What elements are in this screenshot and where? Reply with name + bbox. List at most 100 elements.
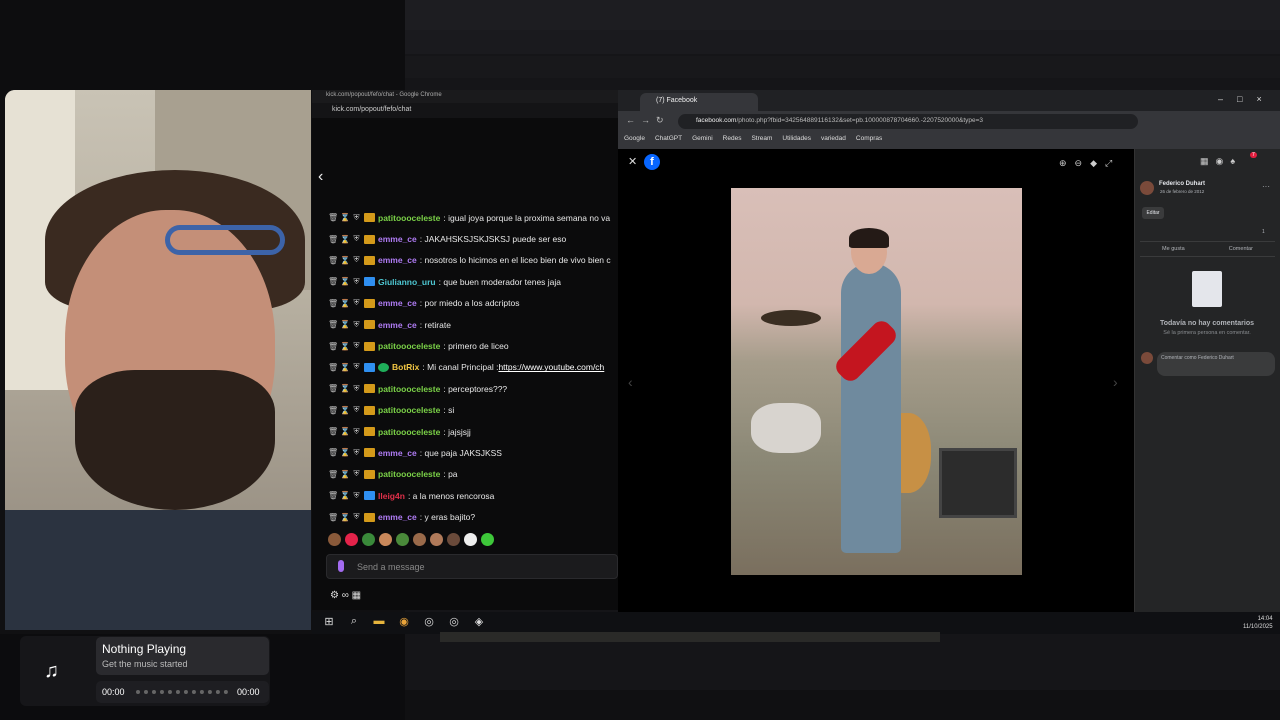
chat-username[interactable]: Giulianno_uru — [378, 277, 436, 287]
shield-icon[interactable]: ⛨ — [352, 405, 361, 415]
shield-icon[interactable]: ⛨ — [352, 320, 361, 330]
trash-icon[interactable]: 🗑 — [328, 256, 338, 265]
chat-message[interactable]: 🗑 ⌛ ⛨ patitoooceleste: igual joya porque la… — [328, 207, 618, 228]
chat-message[interactable]: 🗑 ⌛ ⛨ emme_ce: retirate — [328, 314, 618, 335]
trash-icon[interactable]: 🗑 — [328, 320, 338, 329]
bookmark-item[interactable]: Gemini — [692, 135, 713, 149]
music-progress-bar[interactable] — [136, 690, 228, 694]
chat-username[interactable]: patitoooceleste — [378, 384, 440, 394]
chat-username[interactable]: Ileig4n — [378, 491, 405, 501]
emote-icon[interactable] — [345, 533, 358, 546]
obs-icon[interactable]: ◎ — [421, 615, 437, 631]
chat-settings-icon[interactable]: ⚙ ∞ ▦ — [330, 590, 390, 602]
chat-message[interactable]: 🗑 ⌛ ⛨ emme_ce: por miedo a los adcriptos — [328, 293, 618, 314]
timeout-icon[interactable]: ⌛ — [340, 448, 350, 457]
trash-icon[interactable]: 🗑 — [328, 213, 338, 222]
timeout-icon[interactable]: ⌛ — [340, 235, 350, 244]
search-icon[interactable]: ⌕ — [346, 615, 362, 631]
shield-icon[interactable]: ⛨ — [352, 448, 361, 458]
bookmark-item[interactable]: Compras — [856, 135, 882, 149]
chat-username[interactable]: patitoooceleste — [378, 469, 440, 479]
trash-icon[interactable]: 🗑 — [328, 342, 338, 351]
timeout-icon[interactable]: ⌛ — [340, 406, 350, 415]
bookmark-item[interactable]: Stream — [751, 135, 772, 149]
trash-icon[interactable]: 🗑 — [328, 448, 338, 457]
shield-icon[interactable]: ⛨ — [352, 384, 361, 394]
bookmark-item[interactable]: Redes — [723, 135, 742, 149]
kick-url-bar[interactable]: kick.com/popout/fefo/chat — [312, 103, 618, 118]
chat-message-list[interactable]: 🗑 ⌛ ⛨ patitoooceleste: igual joya porque la… — [328, 207, 618, 527]
trash-icon[interactable]: 🗑 — [328, 491, 338, 500]
emote-row[interactable] — [328, 533, 618, 549]
chrome-icon[interactable]: ◉ — [396, 615, 412, 631]
emote-icon[interactable] — [362, 533, 375, 546]
timeout-icon[interactable]: ⌛ — [340, 277, 350, 286]
bookmark-item[interactable]: Utilidades — [782, 135, 811, 149]
chat-message[interactable]: 🗑 ⌛ ⛨ patitoooceleste: si — [328, 400, 618, 421]
chat-username[interactable]: emme_ce — [378, 298, 417, 308]
emote-icon[interactable] — [396, 533, 409, 546]
facebook-url-input[interactable]: facebook.com/photo.php?fbid=342564889116… — [678, 114, 1138, 129]
shield-icon[interactable]: ⛨ — [352, 277, 361, 287]
comment-button[interactable]: Comentar — [1229, 246, 1253, 256]
chat-message[interactable]: 🗑 ⌛ ⛨ patitoooceleste: perceptores??? — [328, 378, 618, 399]
previous-photo-icon[interactable]: ‹ — [628, 374, 633, 390]
chat-username[interactable]: emme_ce — [378, 320, 417, 330]
app2-icon[interactable]: ◈ — [471, 615, 487, 631]
chat-message[interactable]: 🗑 ⌛ ⛨ Giulianno_uru: que buen moderador ten… — [328, 271, 618, 292]
trash-icon[interactable]: 🗑 — [328, 384, 338, 393]
timeout-icon[interactable]: ⌛ — [340, 342, 350, 351]
chat-username[interactable]: patitoooceleste — [378, 405, 440, 415]
emote-icon[interactable] — [464, 533, 477, 546]
trash-icon[interactable]: 🗑 — [328, 299, 338, 308]
trash-icon[interactable]: 🗑 — [328, 470, 338, 479]
timeout-icon[interactable]: ⌛ — [340, 299, 350, 308]
taskbar-clock[interactable]: 14:04 11/10/2025 — [1243, 615, 1273, 631]
author-name[interactable]: Federico Duhart — [1159, 181, 1205, 187]
trash-icon[interactable]: 🗑 — [328, 277, 338, 286]
chat-message[interactable]: 🗑 ⌛ ⛨ emme_ce: nosotros lo hicimos en el li… — [328, 250, 618, 271]
chat-username[interactable]: patitoooceleste — [378, 341, 440, 351]
windows-start-icon[interactable]: ⊞ — [321, 615, 337, 631]
close-icon[interactable]: ✕ — [628, 155, 637, 168]
app-icon[interactable]: ◎ — [446, 615, 462, 631]
chat-username[interactable]: emme_ce — [378, 448, 417, 458]
timeout-icon[interactable]: ⌛ — [340, 384, 350, 393]
chat-username[interactable]: patitoooceleste — [378, 213, 440, 223]
shield-icon[interactable]: ⛨ — [352, 362, 361, 372]
timeout-icon[interactable]: ⌛ — [340, 427, 350, 436]
timeout-icon[interactable]: ⌛ — [340, 513, 350, 522]
shield-icon[interactable]: ⛨ — [352, 213, 361, 223]
timeout-icon[interactable]: ⌛ — [340, 256, 350, 265]
chat-message[interactable]: 🗑 ⌛ ⛨ emme_ce: y eras bajito? — [328, 506, 618, 527]
emote-icon[interactable] — [379, 533, 392, 546]
shield-icon[interactable]: ⛨ — [352, 255, 361, 265]
more-options-icon[interactable]: ··· — [1262, 182, 1270, 191]
chat-username[interactable]: patitoooceleste — [378, 427, 440, 437]
chat-message[interactable]: 🗑 ⌛ ⛨ emme_ce: que paja JAKSJKSS — [328, 442, 618, 463]
next-photo-icon[interactable]: › — [1113, 374, 1118, 390]
nav-arrows-icon[interactable]: ←→↻ — [626, 115, 670, 126]
chat-message[interactable]: 🗑 ⌛ ⛨ patitoooceleste: primero de liceo — [328, 335, 618, 356]
shield-icon[interactable]: ⛨ — [352, 427, 361, 437]
trash-icon[interactable]: 🗑 — [328, 427, 338, 436]
chat-username[interactable]: emme_ce — [378, 512, 417, 522]
chat-link[interactable]: https://www.youtube.com/ch — [498, 362, 604, 372]
shield-icon[interactable]: ⛨ — [352, 341, 361, 351]
bookmark-item[interactable]: ChatGPT — [655, 135, 682, 149]
facebook-logo-icon[interactable]: f — [644, 154, 660, 170]
shield-icon[interactable]: ⛨ — [352, 234, 361, 244]
trash-icon[interactable]: 🗑 — [328, 406, 338, 415]
timeout-icon[interactable]: ⌛ — [340, 470, 350, 479]
chat-username[interactable]: BotRix — [392, 362, 419, 372]
like-button[interactable]: Me gusta — [1162, 246, 1185, 256]
send-message-input[interactable]: Send a message — [326, 554, 618, 579]
emote-icon[interactable] — [413, 533, 426, 546]
post-date[interactable]: 26 de febrero de 2012 — [1160, 189, 1204, 194]
emote-icon[interactable] — [447, 533, 460, 546]
timeout-icon[interactable]: ⌛ — [340, 491, 350, 500]
zoom-controls-icon[interactable]: ⊕⊖◆⤢ — [1059, 158, 1120, 169]
timeout-icon[interactable]: ⌛ — [340, 213, 350, 222]
mic-icon[interactable] — [338, 560, 344, 572]
shield-icon[interactable]: ⛨ — [352, 298, 361, 308]
